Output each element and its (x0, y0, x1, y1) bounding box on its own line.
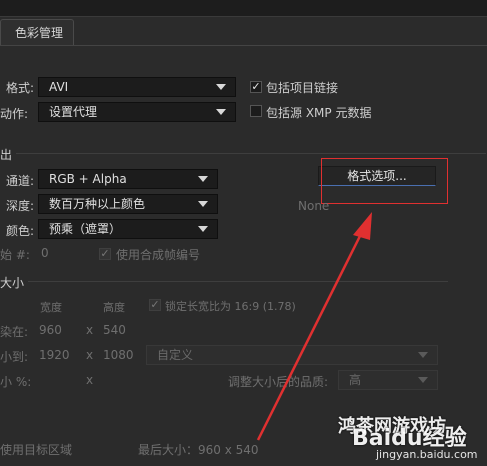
baidu-watermark-site: jingyan.baidu.com (376, 448, 478, 461)
annotation-arrow-shaft (256, 231, 364, 441)
annotation-arrow-head (353, 212, 372, 240)
annotation-arrow (256, 212, 372, 441)
